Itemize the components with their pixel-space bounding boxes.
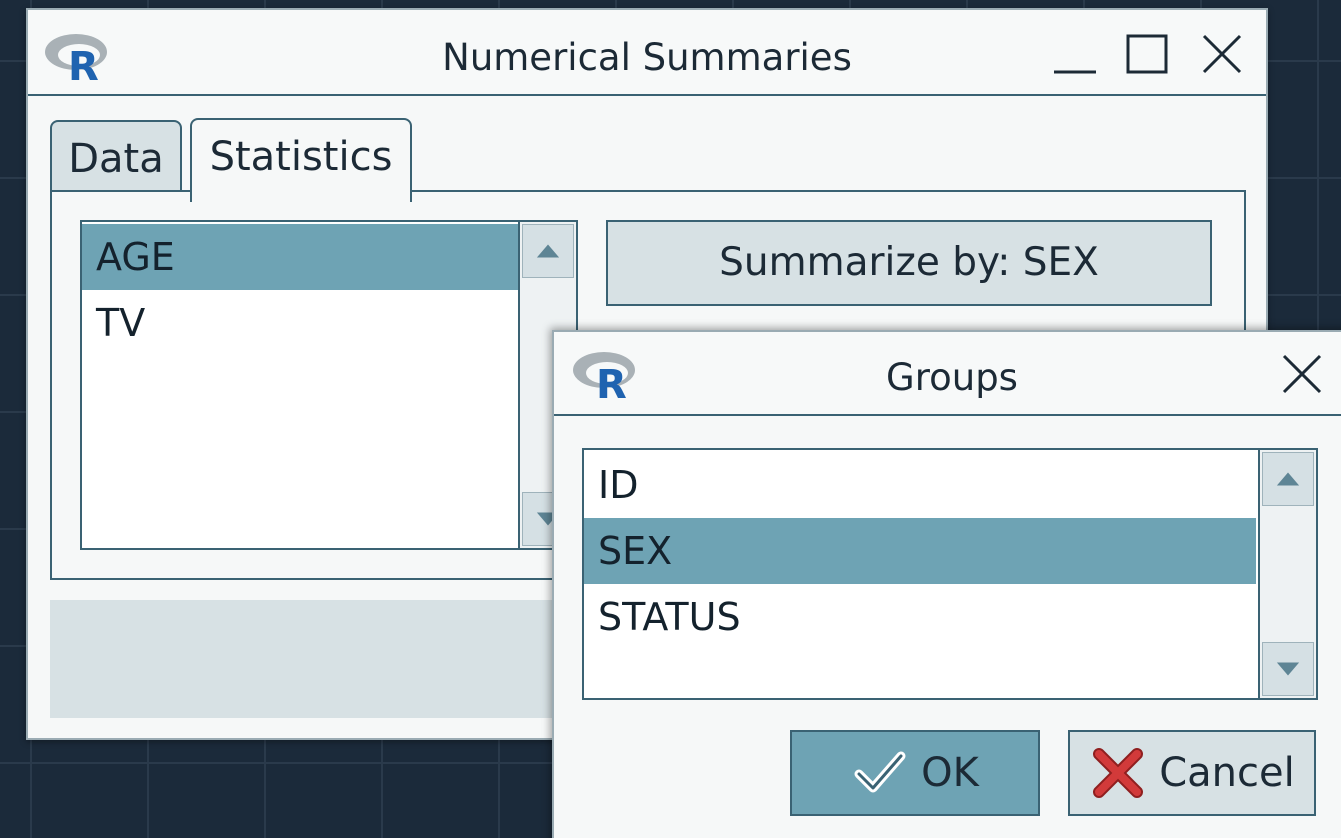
title-bar[interactable]: R Numerical Summaries	[28, 10, 1266, 96]
cancel-button[interactable]: Cancel	[1068, 730, 1316, 816]
triangle-down-icon	[1276, 662, 1300, 676]
triangle-up-icon	[1276, 472, 1300, 486]
scroll-up-button[interactable]	[522, 224, 574, 278]
ok-button-label: OK	[921, 750, 979, 796]
scroll-up-button[interactable]	[1262, 452, 1314, 506]
maximize-button[interactable]	[1122, 28, 1174, 80]
variables-listbox[interactable]: AGE TV	[80, 220, 578, 550]
list-item-age[interactable]: AGE	[82, 224, 518, 290]
close-icon	[1202, 34, 1242, 74]
list-item-status[interactable]: STATUS	[584, 584, 1256, 650]
tab-statistics[interactable]: Statistics	[190, 118, 412, 202]
checkmark-icon	[854, 751, 906, 793]
status-area	[50, 600, 570, 718]
triangle-up-icon	[536, 244, 560, 258]
groups-scrollbar[interactable]	[1258, 450, 1316, 698]
minimize-button[interactable]	[1050, 28, 1102, 80]
summarize-by-button[interactable]: Summarize by: SEX	[606, 220, 1212, 306]
cancel-button-label: Cancel	[1159, 750, 1295, 796]
close-icon	[1282, 354, 1322, 394]
tab-data[interactable]: Data	[50, 120, 182, 192]
close-button[interactable]	[1196, 28, 1248, 80]
dialog-title-bar[interactable]: R Groups	[554, 332, 1341, 416]
dialog-close-button[interactable]	[1276, 348, 1328, 400]
list-item-sex[interactable]: SEX	[584, 518, 1256, 584]
red-x-icon	[1093, 748, 1144, 798]
ok-button[interactable]: OK	[790, 730, 1040, 816]
groups-listbox[interactable]: ID SEX STATUS	[582, 448, 1318, 700]
scroll-down-button[interactable]	[1262, 642, 1314, 696]
maximize-icon	[1126, 34, 1168, 74]
minimize-icon	[1054, 70, 1096, 74]
list-item-id[interactable]: ID	[584, 452, 1256, 518]
dialog-title: Groups	[886, 356, 1018, 399]
list-item-tv[interactable]: TV	[82, 290, 518, 356]
groups-dialog: R Groups ID SEX STATUS OK Cancel	[552, 330, 1341, 838]
